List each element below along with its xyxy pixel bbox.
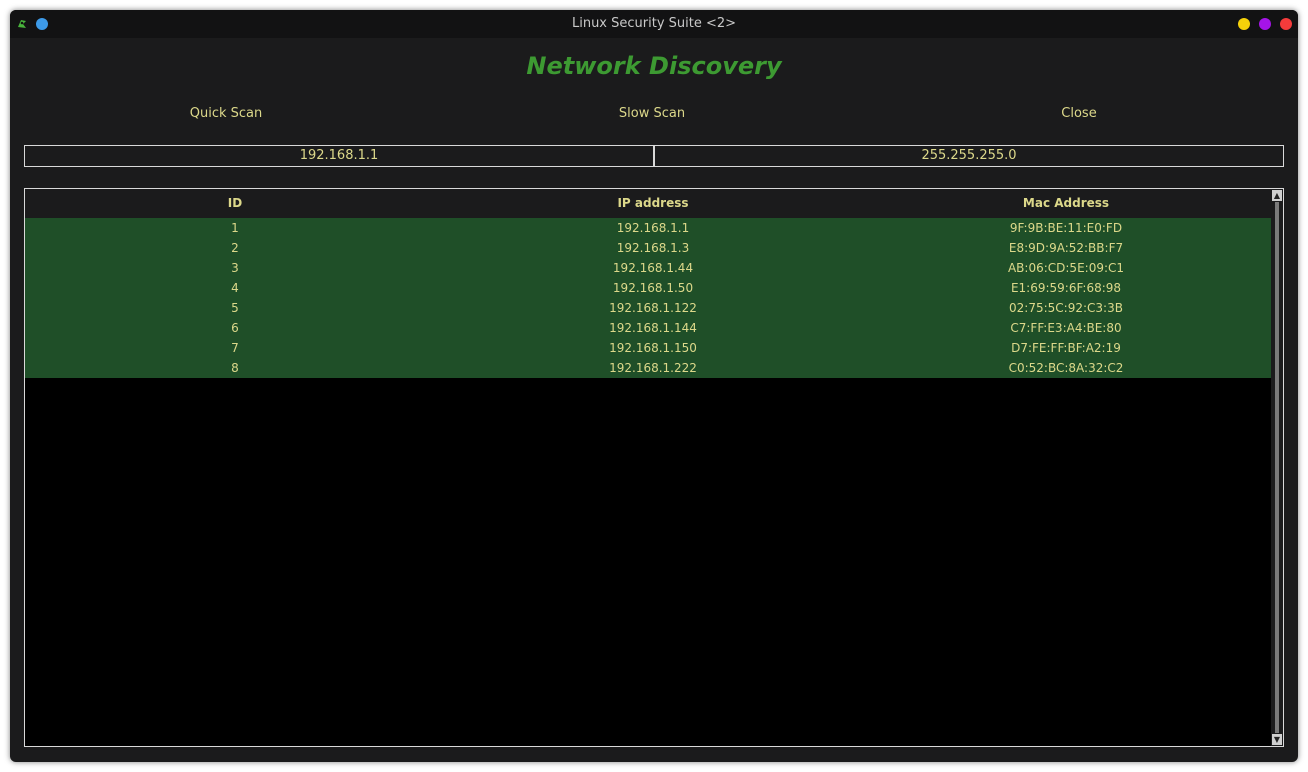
cell-mac: C7:FF:E3:A4:BE:80 — [1010, 321, 1122, 335]
title-bar[interactable]: Linux Security Suite <2> — [10, 10, 1298, 38]
table-row[interactable]: 2 192.168.1.3 E8:9D:9A:52:BB:F7 — [25, 238, 1271, 258]
vertical-scrollbar[interactable]: ▲ ▼ — [1271, 189, 1283, 746]
cell-ip: 192.168.1.222 — [609, 361, 697, 375]
column-header-ip[interactable]: IP address — [445, 189, 861, 218]
hosts-table[interactable]: ID IP address Mac Address 1 192.168.1.1 … — [24, 188, 1284, 747]
cell-mac: E1:69:59:6F:68:98 — [1010, 281, 1122, 295]
cell-mac: E8:9D:9A:52:BB:F7 — [1008, 241, 1124, 255]
table-row[interactable]: 3 192.168.1.44 AB:06:CD:5E:09:C1 — [25, 258, 1271, 278]
window-title: Linux Security Suite <2> — [571, 16, 737, 31]
scrollbar-track[interactable] — [1275, 202, 1279, 733]
cell-id: 6 — [231, 321, 239, 335]
table-row[interactable]: 4 192.168.1.50 E1:69:59:6F:68:98 — [25, 278, 1271, 298]
close-window-button[interactable] — [1280, 18, 1292, 30]
slow-scan-button[interactable]: Slow Scan — [452, 106, 852, 126]
cell-ip: 192.168.1.144 — [609, 321, 697, 335]
table-row[interactable]: 1 192.168.1.1 9F:9B:BE:11:E0:FD — [25, 218, 1271, 238]
cell-id: 8 — [231, 361, 239, 375]
table-row[interactable]: 6 192.168.1.144 C7:FF:E3:A4:BE:80 — [25, 318, 1271, 338]
cell-ip: 192.168.1.1 — [616, 221, 690, 235]
cell-mac: AB:06:CD:5E:09:C1 — [1007, 261, 1125, 275]
cell-mac: 02:75:5C:92:C3:3B — [1009, 301, 1123, 315]
scroll-down-icon[interactable]: ▼ — [1272, 734, 1282, 745]
table-row[interactable]: 5 192.168.1.122 02:75:5C:92:C3:3B — [25, 298, 1271, 318]
cell-id: 1 — [231, 221, 239, 235]
cell-ip: 192.168.1.44 — [612, 261, 694, 275]
cell-id: 7 — [231, 341, 239, 355]
cell-ip: 192.168.1.50 — [612, 281, 694, 295]
cell-mac: D7:FE:FF:BF:A2:19 — [1011, 341, 1121, 355]
netmask-field[interactable]: 255.255.255.0 — [654, 145, 1284, 167]
table-body: 1 192.168.1.1 9F:9B:BE:11:E0:FD 2 192.16… — [25, 218, 1271, 378]
page-title: Network Discovery — [526, 52, 782, 80]
scroll-up-icon[interactable]: ▲ — [1272, 190, 1282, 201]
table-header: ID IP address Mac Address — [25, 189, 1271, 218]
table-row[interactable]: 8 192.168.1.222 C0:52:BC:8A:32:C2 — [25, 358, 1271, 378]
minimize-button[interactable] — [1238, 18, 1250, 30]
quick-scan-button[interactable]: Quick Scan — [26, 106, 426, 126]
column-header-id[interactable]: ID — [25, 189, 445, 218]
ip-address-field[interactable]: 192.168.1.1 — [24, 145, 654, 167]
column-header-mac[interactable]: Mac Address — [861, 189, 1271, 218]
cell-id: 4 — [231, 281, 239, 295]
cell-ip: 192.168.1.122 — [609, 301, 697, 315]
cell-mac: 9F:9B:BE:11:E0:FD — [1009, 221, 1123, 235]
app-window: Linux Security Suite <2> Network Discove… — [10, 10, 1298, 762]
cell-id: 2 — [231, 241, 239, 255]
cell-mac: C0:52:BC:8A:32:C2 — [1008, 361, 1124, 375]
table-row[interactable]: 7 192.168.1.150 D7:FE:FF:BF:A2:19 — [25, 338, 1271, 358]
maximize-button[interactable] — [1259, 18, 1271, 30]
cell-id: 3 — [231, 261, 239, 275]
close-button[interactable]: Close — [879, 106, 1279, 126]
cell-id: 5 — [231, 301, 239, 315]
cell-ip: 192.168.1.3 — [616, 241, 690, 255]
cell-ip: 192.168.1.150 — [609, 341, 697, 355]
